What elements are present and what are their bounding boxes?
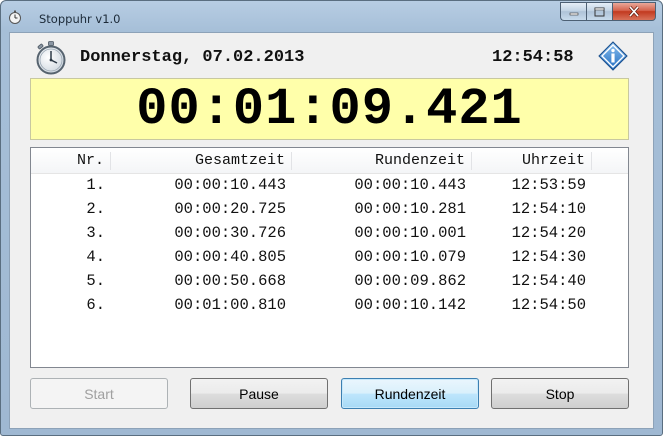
- cell-gesamtzeit: 00:00:50.668: [174, 272, 286, 290]
- lap-table[interactable]: Nr. Gesamtzeit Rundenzeit Uhrzeit 1. 00:…: [30, 147, 629, 368]
- cell-gesamtzeit: 00:00:30.726: [174, 224, 286, 242]
- table-row[interactable]: 6. 00:01:00.810 00:00:10.142 12:54:50: [31, 293, 628, 317]
- column-header-uhrzeit[interactable]: Uhrzeit: [472, 152, 592, 170]
- current-time: 12:54:58: [492, 48, 574, 67]
- column-header-gesamtzeit[interactable]: Gesamtzeit: [111, 152, 292, 170]
- cell-nr: 5.: [86, 272, 105, 290]
- cell-rundenzeit: 00:00:10.001: [354, 224, 466, 242]
- cell-nr: 6.: [86, 296, 105, 314]
- cell-nr: 1.: [86, 176, 105, 194]
- cell-nr: 4.: [86, 248, 105, 266]
- minimize-icon: [569, 12, 578, 15]
- close-button[interactable]: [612, 2, 656, 21]
- maximize-button[interactable]: [586, 2, 612, 21]
- cell-uhrzeit: 12:54:20: [511, 224, 586, 242]
- elapsed-timer: 00:01:09.421: [136, 80, 523, 139]
- rundenzeit-button[interactable]: Rundenzeit: [341, 378, 479, 409]
- cell-uhrzeit: 12:54:10: [511, 200, 586, 218]
- cell-gesamtzeit: 00:00:40.805: [174, 248, 286, 266]
- cell-nr: 3.: [86, 224, 105, 242]
- stop-button[interactable]: Stop: [491, 378, 629, 409]
- column-header-rundenzeit[interactable]: Rundenzeit: [292, 152, 472, 170]
- cell-uhrzeit: 12:54:30: [511, 248, 586, 266]
- cell-rundenzeit: 00:00:10.142: [354, 296, 466, 314]
- elapsed-timer-panel: 00:01:09.421: [30, 78, 629, 140]
- window-title: Stoppuhr v1.0: [39, 12, 121, 26]
- minimize-button[interactable]: [560, 2, 586, 21]
- client-area: Donnerstag, 07.02.2013 12:54:58 00:01:09…: [9, 32, 654, 429]
- table-row[interactable]: 4. 00:00:40.805 00:00:10.079 12:54:30: [31, 245, 628, 269]
- cell-gesamtzeit: 00:01:00.810: [174, 296, 286, 314]
- cell-uhrzeit: 12:54:40: [511, 272, 586, 290]
- title-bar[interactable]: Stoppuhr v1.0: [1, 1, 662, 31]
- table-row[interactable]: 2. 00:00:20.725 00:00:10.281 12:54:10: [31, 197, 628, 221]
- current-date: Donnerstag, 07.02.2013: [80, 48, 305, 67]
- cell-rundenzeit: 00:00:10.079: [354, 248, 466, 266]
- cell-rundenzeit: 00:00:10.443: [354, 176, 466, 194]
- close-icon: [628, 6, 640, 17]
- window-controls: [560, 2, 656, 22]
- pause-button[interactable]: Pause: [190, 378, 328, 409]
- table-row[interactable]: 3. 00:00:30.726 00:00:10.001 12:54:20: [31, 221, 628, 245]
- cell-rundenzeit: 00:00:09.862: [354, 272, 466, 290]
- cell-gesamtzeit: 00:00:20.725: [174, 200, 286, 218]
- stopwatch-icon: [36, 41, 66, 75]
- cell-uhrzeit: 12:53:59: [511, 176, 586, 194]
- cell-uhrzeit: 12:54:50: [511, 296, 586, 314]
- info-icon[interactable]: [598, 41, 628, 71]
- app-window: Stoppuhr v1.0 Donnerstag, 07.02.2013 12:…: [0, 0, 663, 436]
- lap-table-header: Nr. Gesamtzeit Rundenzeit Uhrzeit: [31, 148, 628, 174]
- stopwatch-small-icon: [9, 10, 21, 24]
- column-header-nr[interactable]: Nr.: [31, 152, 111, 170]
- cell-rundenzeit: 00:00:10.281: [354, 200, 466, 218]
- table-row[interactable]: 5. 00:00:50.668 00:00:09.862 12:54:40: [31, 269, 628, 293]
- start-button[interactable]: Start: [30, 378, 168, 409]
- cell-gesamtzeit: 00:00:10.443: [174, 176, 286, 194]
- maximize-icon: [594, 7, 605, 16]
- table-row[interactable]: 1. 00:00:10.443 00:00:10.443 12:53:59: [31, 173, 628, 197]
- cell-nr: 2.: [86, 200, 105, 218]
